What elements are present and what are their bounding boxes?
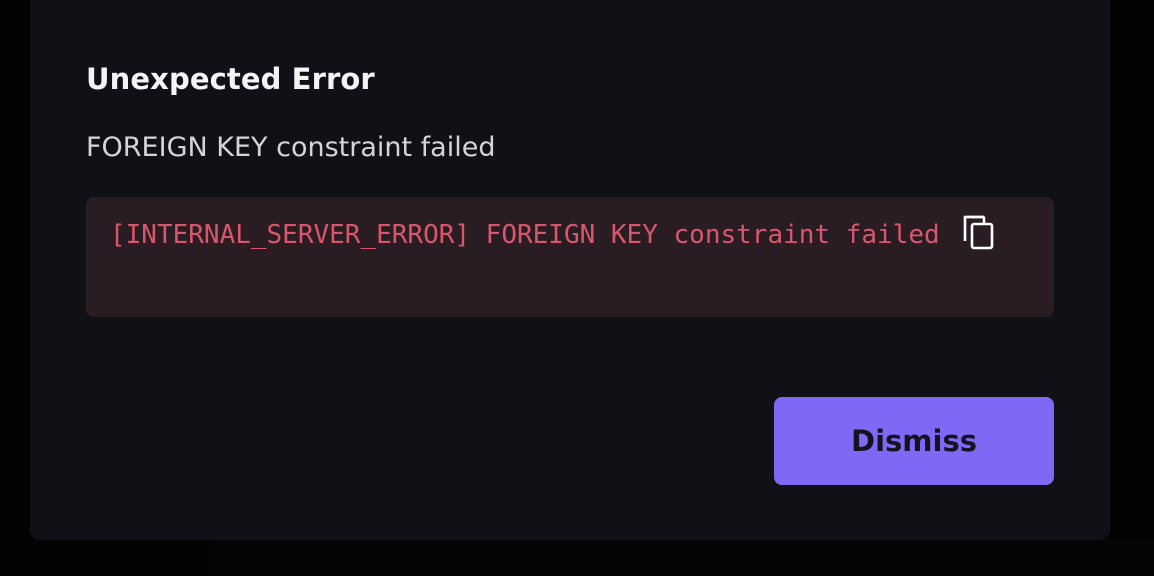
dialog-title: Unexpected Error	[86, 62, 375, 96]
error-dialog: Unexpected Error FOREIGN KEY constraint …	[30, 0, 1110, 540]
error-detail-box: [INTERNAL_SERVER_ERROR] FOREIGN KEY cons…	[86, 197, 1054, 317]
copy-icon	[962, 214, 996, 250]
copy-button[interactable]	[962, 214, 996, 250]
error-detail-text: [INTERNAL_SERVER_ERROR] FOREIGN KEY cons…	[110, 220, 940, 250]
dismiss-button[interactable]: Dismiss	[774, 397, 1054, 485]
background-panel	[210, 540, 1154, 576]
dialog-message: FOREIGN KEY constraint failed	[86, 132, 496, 163]
error-detail-container: [INTERNAL_SERVER_ERROR] FOREIGN KEY cons…	[110, 211, 1030, 259]
